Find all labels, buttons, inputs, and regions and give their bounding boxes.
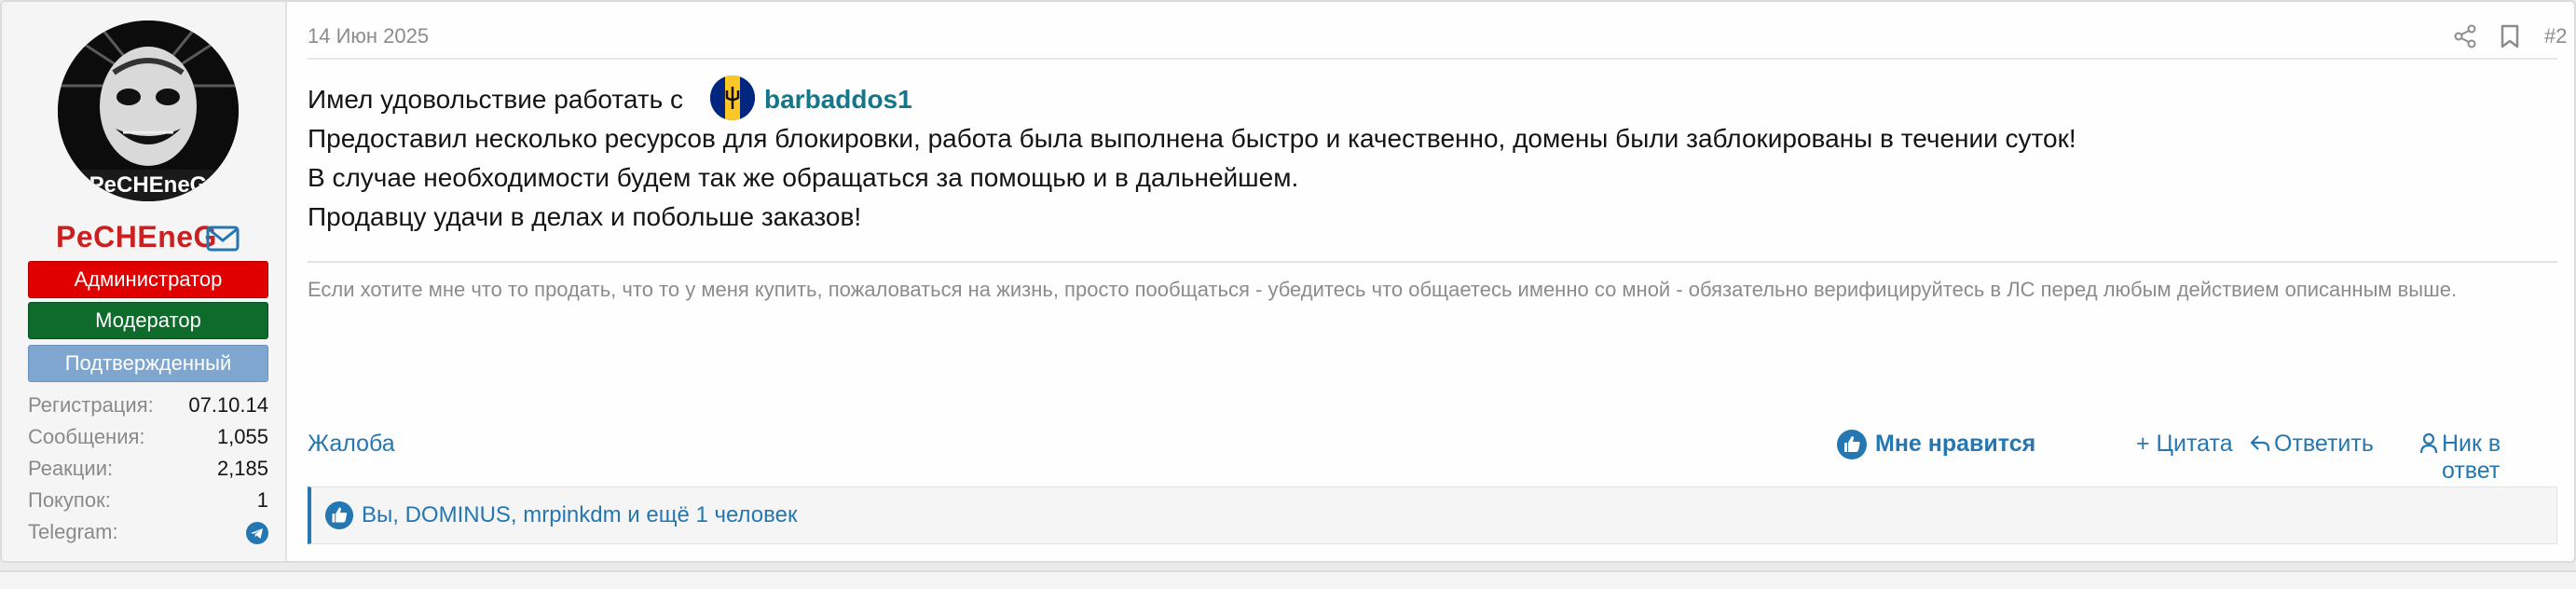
stat-value: 1: [256, 488, 268, 512]
post-body-line: Предоставил несколько ресурсов для блоки…: [308, 124, 2076, 153]
post-main: 14 Июн 2025 #2 Имел удовольствие работат…: [287, 2, 2574, 561]
stat-value: 07.10.14: [188, 393, 268, 417]
mail-icon[interactable]: [206, 226, 240, 252]
user-info-panel: PeCHEneG PeCHEneG Администратор Модерато…: [2, 2, 287, 561]
like-button[interactable]: Мне нравится: [1837, 430, 2036, 459]
bookmark-icon[interactable]: [2500, 24, 2520, 48]
telegram-icon[interactable]: [246, 522, 268, 544]
reply-button[interactable]: Ответить: [2250, 431, 2374, 458]
post-date[interactable]: 14 Июн 2025: [308, 24, 429, 48]
stat-reactions: Реакции: 2,185: [28, 453, 268, 485]
user-stats: Регистрация: 07.10.14 Сообщения: 1,055 Р…: [28, 390, 268, 548]
username-link[interactable]: PeCHEneG: [56, 220, 217, 254]
user-signature: Если хотите мне что то продать, что то у…: [308, 261, 2557, 306]
quote-button[interactable]: + Цитата: [2136, 431, 2233, 458]
share-icon[interactable]: [2453, 24, 2477, 48]
post-body-line: В случае необходимости будем так же обра…: [308, 163, 1299, 192]
post-body-line: Продавцу удачи в делах и побольше заказо…: [308, 202, 862, 231]
user-icon: [2419, 432, 2438, 454]
mention-avatar[interactable]: [710, 75, 755, 120]
moderator-banner: Модератор: [28, 302, 268, 339]
stat-label: Покупок:: [28, 488, 111, 512]
verified-banner: Подтвержденный: [28, 345, 268, 382]
thumbs-up-icon: [324, 500, 354, 530]
post-body: Имел удовольствие работать с barbaddos1 …: [308, 75, 2557, 237]
intro-text: Имел удовольствие работать с: [308, 85, 684, 114]
user-mention-link[interactable]: barbaddos1: [764, 80, 912, 119]
next-post-edge: [0, 570, 2576, 589]
forum-post: PeCHEneG PeCHEneG Администратор Модерато…: [0, 0, 2576, 563]
username-row: PeCHEneG: [2, 214, 287, 261]
stat-registration: Регистрация: 07.10.14: [28, 390, 268, 421]
avatar-caption: PeCHEneG: [89, 172, 208, 198]
reactions-list[interactable]: Вы, DOMINUS, mrpinkdm и ещё 1 человек: [362, 502, 797, 528]
reactions-bar[interactable]: Вы, DOMINUS, mrpinkdm и ещё 1 человек: [308, 486, 2557, 544]
stat-label: Сообщения:: [28, 425, 145, 448]
reply-icon: [2250, 435, 2270, 451]
avatar[interactable]: PeCHEneG: [58, 21, 239, 201]
stat-telegram: Telegram:: [28, 516, 268, 548]
avatar-image: PeCHEneG: [58, 21, 239, 201]
stat-value: 2,185: [216, 457, 268, 480]
report-link[interactable]: Жалоба: [308, 431, 395, 458]
stat-label: Реакции:: [28, 457, 114, 480]
post-actions: Жалоба Мне нравится + Цитата Ответить Ни…: [308, 427, 2557, 484]
like-label: Мне нравится: [1875, 431, 2036, 457]
stat-purchases: Покупок: 1: [28, 485, 268, 516]
stat-messages: Сообщения: 1,055: [28, 421, 268, 453]
admin-banner: Администратор: [28, 261, 268, 298]
mention-label: Ник в ответ: [2442, 431, 2501, 484]
post-number[interactable]: #2: [2544, 24, 2567, 48]
mention-button[interactable]: Ник в ответ: [2419, 431, 2557, 485]
stat-value: 1,055: [216, 425, 268, 448]
post-body-intro: Имел удовольствие работать с barbaddos1: [308, 75, 2557, 120]
reply-label: Ответить: [2274, 431, 2374, 457]
thumbs-up-icon: [1836, 429, 1868, 460]
post-header: 14 Июн 2025 #2: [308, 2, 2567, 60]
stat-label: Telegram:: [28, 520, 118, 543]
stat-label: Регистрация:: [28, 393, 154, 417]
